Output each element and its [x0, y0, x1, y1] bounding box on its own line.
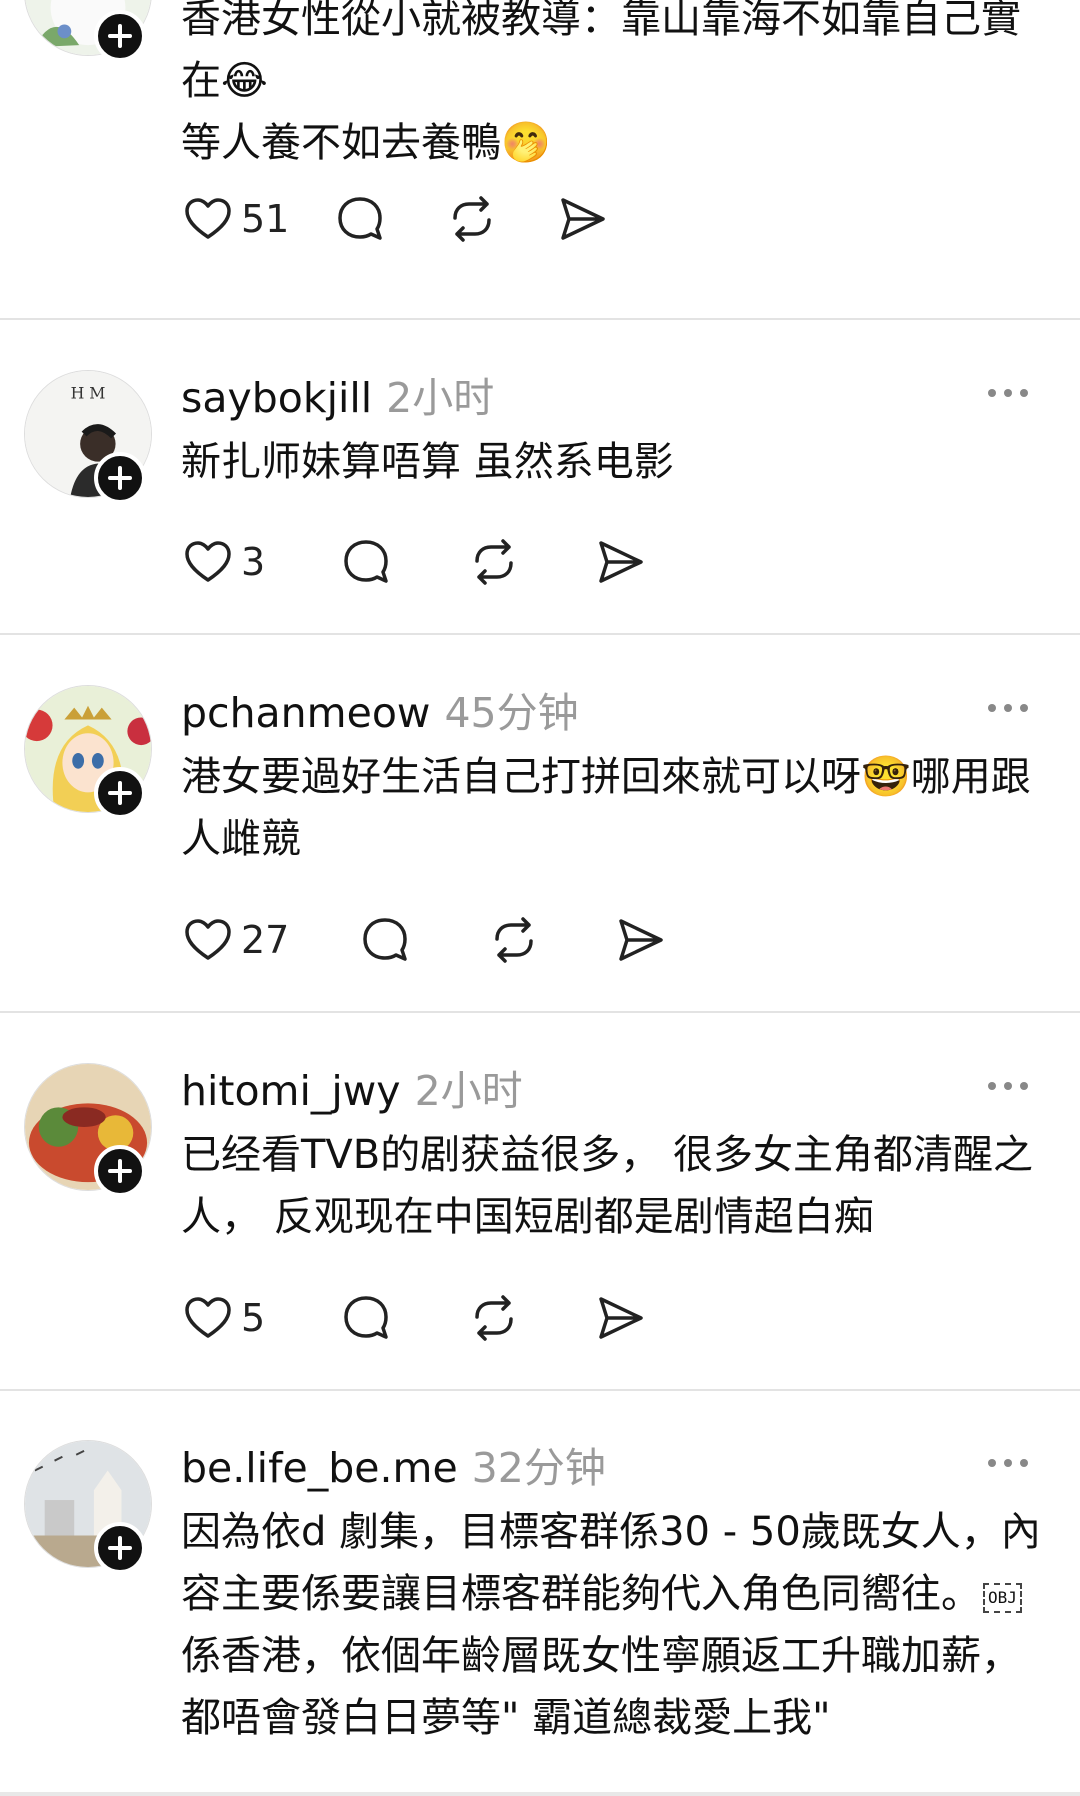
- more-dots-icon: [988, 1082, 1028, 1090]
- reply-button[interactable]: [339, 532, 393, 592]
- username-link[interactable]: be.life_be.me: [181, 1444, 458, 1492]
- share-button[interactable]: [555, 189, 609, 249]
- repost-button[interactable]: [467, 1288, 521, 1348]
- post-header: be.life_be.me 32分钟: [181, 1434, 606, 1492]
- like-count: 3: [241, 540, 266, 584]
- repost-icon: [475, 539, 513, 585]
- follow-plus-icon[interactable]: [94, 452, 146, 504]
- divider: [0, 633, 1080, 635]
- follow-plus-icon[interactable]: [94, 10, 146, 62]
- comment-bubble-icon: [344, 1296, 388, 1339]
- post-text-line: 香港女性從小就被教導：靠山靠海不如靠自己實在😂: [181, 0, 1021, 104]
- reply-button[interactable]: [333, 189, 387, 249]
- like-button[interactable]: 3: [181, 532, 265, 592]
- repost-button[interactable]: [487, 910, 541, 970]
- heart-icon: [185, 1297, 231, 1338]
- send-icon: [619, 919, 663, 961]
- comment-bubble-icon: [344, 540, 388, 583]
- post-text: 因為依d 劇集，目標客群係30 - 50歲既女人，內容主要係要讓目標客群能夠代入…: [181, 1501, 1051, 1749]
- heart-icon: [185, 541, 231, 582]
- username-link[interactable]: hitomi_jwy: [181, 1067, 401, 1115]
- reply-button[interactable]: [358, 910, 412, 970]
- avatar-logo-text: H M: [71, 384, 106, 403]
- heart-icon: [185, 919, 231, 960]
- send-icon: [561, 198, 605, 240]
- repost-icon: [495, 917, 533, 963]
- share-button[interactable]: [613, 910, 667, 970]
- like-button[interactable]: 27: [181, 910, 289, 970]
- post-text: 新扎师妹算唔算 虽然系电影: [181, 431, 1051, 493]
- post-text: 香港女性從小就被教導：靠山靠海不如靠自己實在😂 等人養不如去養鴨🤭: [181, 0, 1051, 174]
- repost-button[interactable]: [445, 189, 499, 249]
- share-button[interactable]: [593, 532, 647, 592]
- send-icon: [599, 1297, 643, 1339]
- comment-bubble-icon: [363, 918, 407, 961]
- more-options-button[interactable]: [984, 1453, 1032, 1473]
- repost-button[interactable]: [467, 532, 521, 592]
- bottom-bar: [0, 1792, 1080, 1796]
- post-text-line: 等人養不如去養鴨🤭: [181, 120, 551, 166]
- post-header: saybokjill 2小时: [181, 364, 494, 422]
- repost-icon: [453, 196, 491, 242]
- divider: [0, 1389, 1080, 1391]
- post-text-segment: 因為依d 劇集，目標客群係30 - 50歲既女人，內容主要係要讓目標客群能夠代入…: [181, 1509, 1041, 1617]
- divider: [0, 1011, 1080, 1013]
- more-dots-icon: [988, 704, 1028, 712]
- like-count: 5: [241, 1296, 266, 1340]
- post-header: hitomi_jwy 2小时: [181, 1057, 523, 1115]
- like-button[interactable]: 5: [181, 1288, 265, 1348]
- follow-plus-icon[interactable]: [94, 1522, 146, 1574]
- post-timestamp: 45分钟: [444, 689, 579, 737]
- post-text-line: 已经看TVB的剧获益很多， 很多女主角都清醒之人， 反观现在中国短剧都是剧情超白…: [181, 1132, 1033, 1240]
- username-link[interactable]: saybokjill: [181, 374, 372, 422]
- more-options-button[interactable]: [984, 698, 1032, 718]
- like-count: 27: [241, 918, 290, 962]
- post-timestamp: 2小时: [386, 374, 495, 422]
- reply-button[interactable]: [339, 1288, 393, 1348]
- post-timestamp: 2小时: [414, 1067, 523, 1115]
- share-button[interactable]: [593, 1288, 647, 1348]
- post-text: 已经看TVB的剧获益很多， 很多女主角都清醒之人， 反观现在中国短剧都是剧情超白…: [181, 1124, 1051, 1248]
- post-text-segment: 係香港，依個年齡層既女性寧願返工升職加薪，都唔會發白日夢等" 霸道總裁愛上我": [181, 1633, 1021, 1741]
- post-text-line: 因為依d 劇集，目標客群係30 - 50歲既女人，內容主要係要讓目標客群能夠代入…: [181, 1501, 1051, 1749]
- like-count: 51: [241, 197, 290, 241]
- follow-plus-icon[interactable]: [94, 1145, 146, 1197]
- send-icon: [599, 541, 643, 583]
- post-text-line: 新扎师妹算唔算 虽然系电影: [181, 439, 674, 485]
- more-options-button[interactable]: [984, 1076, 1032, 1096]
- repost-icon: [475, 1295, 513, 1341]
- follow-plus-icon[interactable]: [94, 767, 146, 819]
- divider: [0, 318, 1080, 320]
- username-link[interactable]: pchanmeow: [181, 689, 430, 737]
- more-dots-icon: [988, 389, 1028, 397]
- more-dots-icon: [988, 1459, 1028, 1467]
- object-placeholder-glyph: OBJ: [983, 1583, 1022, 1613]
- comment-bubble-icon: [338, 197, 382, 240]
- post-header: pchanmeow 45分钟: [181, 679, 579, 737]
- like-button[interactable]: 51: [181, 189, 289, 249]
- post-text-line: 港女要過好生活自己打拼回來就可以呀🤓哪用跟人雌競: [181, 754, 1031, 862]
- heart-icon: [185, 198, 231, 239]
- more-options-button[interactable]: [984, 383, 1032, 403]
- post-timestamp: 32分钟: [471, 1444, 606, 1492]
- post-text: 港女要過好生活自己打拼回來就可以呀🤓哪用跟人雌競: [181, 746, 1051, 870]
